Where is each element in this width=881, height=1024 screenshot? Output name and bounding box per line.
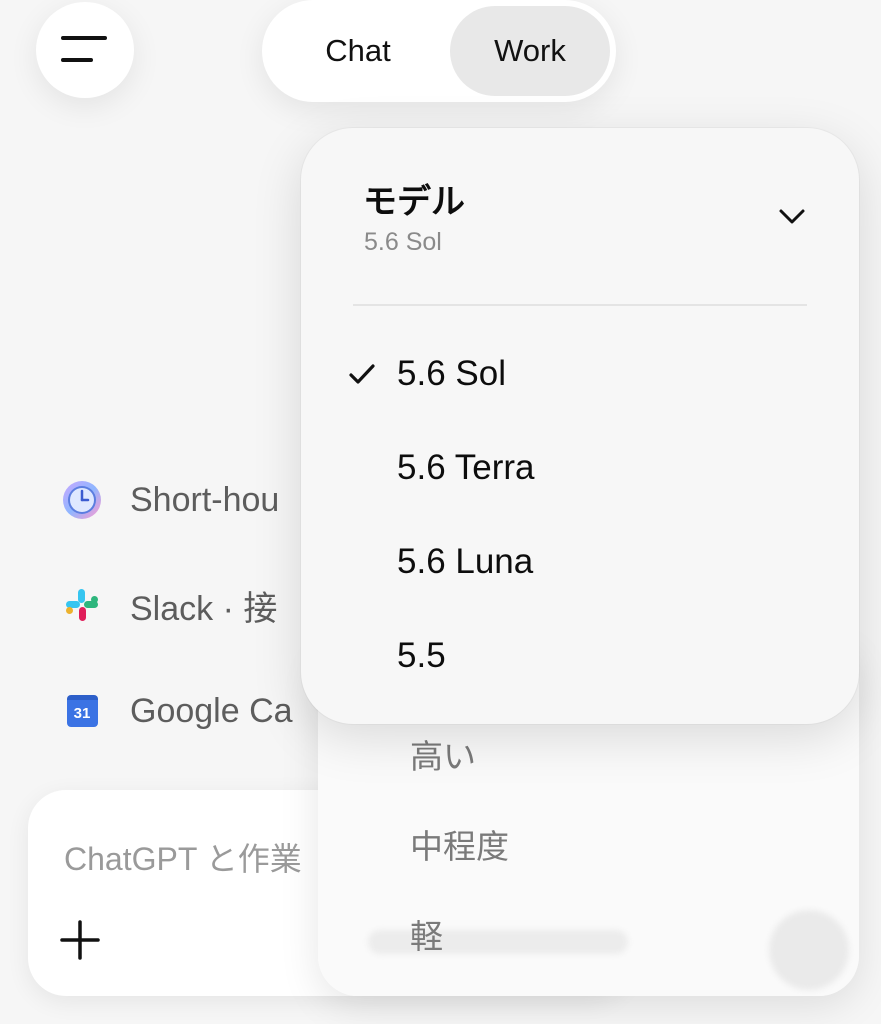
effort-option-light[interactable]: 軽 (410, 910, 443, 958)
effort-option-high[interactable]: 高い (410, 730, 476, 778)
google-calendar-icon: 31 (58, 687, 106, 735)
model-menu: モデル 5.6 Sol 5.6 Sol 5.6 Terra 5.6 Luna 5… (301, 128, 859, 724)
model-option-label: 5.6 Terra (397, 448, 535, 487)
connector-label: Google Ca (130, 691, 293, 730)
model-current-value: 5.6 Sol (364, 228, 442, 256)
clock-app-icon (58, 476, 106, 524)
connector-item-slack[interactable]: Slack · 接 (58, 580, 277, 630)
connector-item-google-calendar[interactable]: 31 Google Ca (58, 686, 293, 736)
connector-item-short-hours[interactable]: Short-hou (58, 475, 279, 525)
plus-icon[interactable] (58, 918, 102, 962)
tab-work[interactable]: Work (450, 6, 610, 96)
chevron-down-icon[interactable] (777, 204, 807, 228)
check-icon (349, 354, 397, 394)
model-option-label: 5.5 (397, 636, 446, 675)
model-option-label: 5.6 Luna (397, 542, 534, 581)
effort-option-medium[interactable]: 中程度 (410, 820, 509, 868)
menu-button[interactable] (36, 2, 134, 98)
model-option-5-6-sol[interactable]: 5.6 Sol (349, 344, 506, 404)
connector-label: Short-hou (130, 480, 280, 519)
mode-toggle: Chat Work (262, 0, 616, 102)
message-input[interactable]: ChatGPT と作業 (64, 834, 302, 880)
blurred-send-button (769, 910, 849, 990)
model-option-5-6-luna[interactable]: 5.6 Luna (349, 532, 533, 592)
model-menu-title: モデル (363, 183, 465, 221)
model-option-5-6-terra[interactable]: 5.6 Terra (349, 438, 535, 498)
slack-icon (58, 581, 106, 629)
hamburger-icon (61, 36, 107, 62)
blurred-placeholder (368, 930, 628, 954)
connector-label: Slack · 接 (130, 589, 278, 628)
tab-chat[interactable]: Chat (270, 6, 446, 96)
model-option-5-5[interactable]: 5.5 (349, 626, 446, 686)
divider (353, 304, 807, 306)
model-option-label: 5.6 Sol (397, 354, 506, 393)
